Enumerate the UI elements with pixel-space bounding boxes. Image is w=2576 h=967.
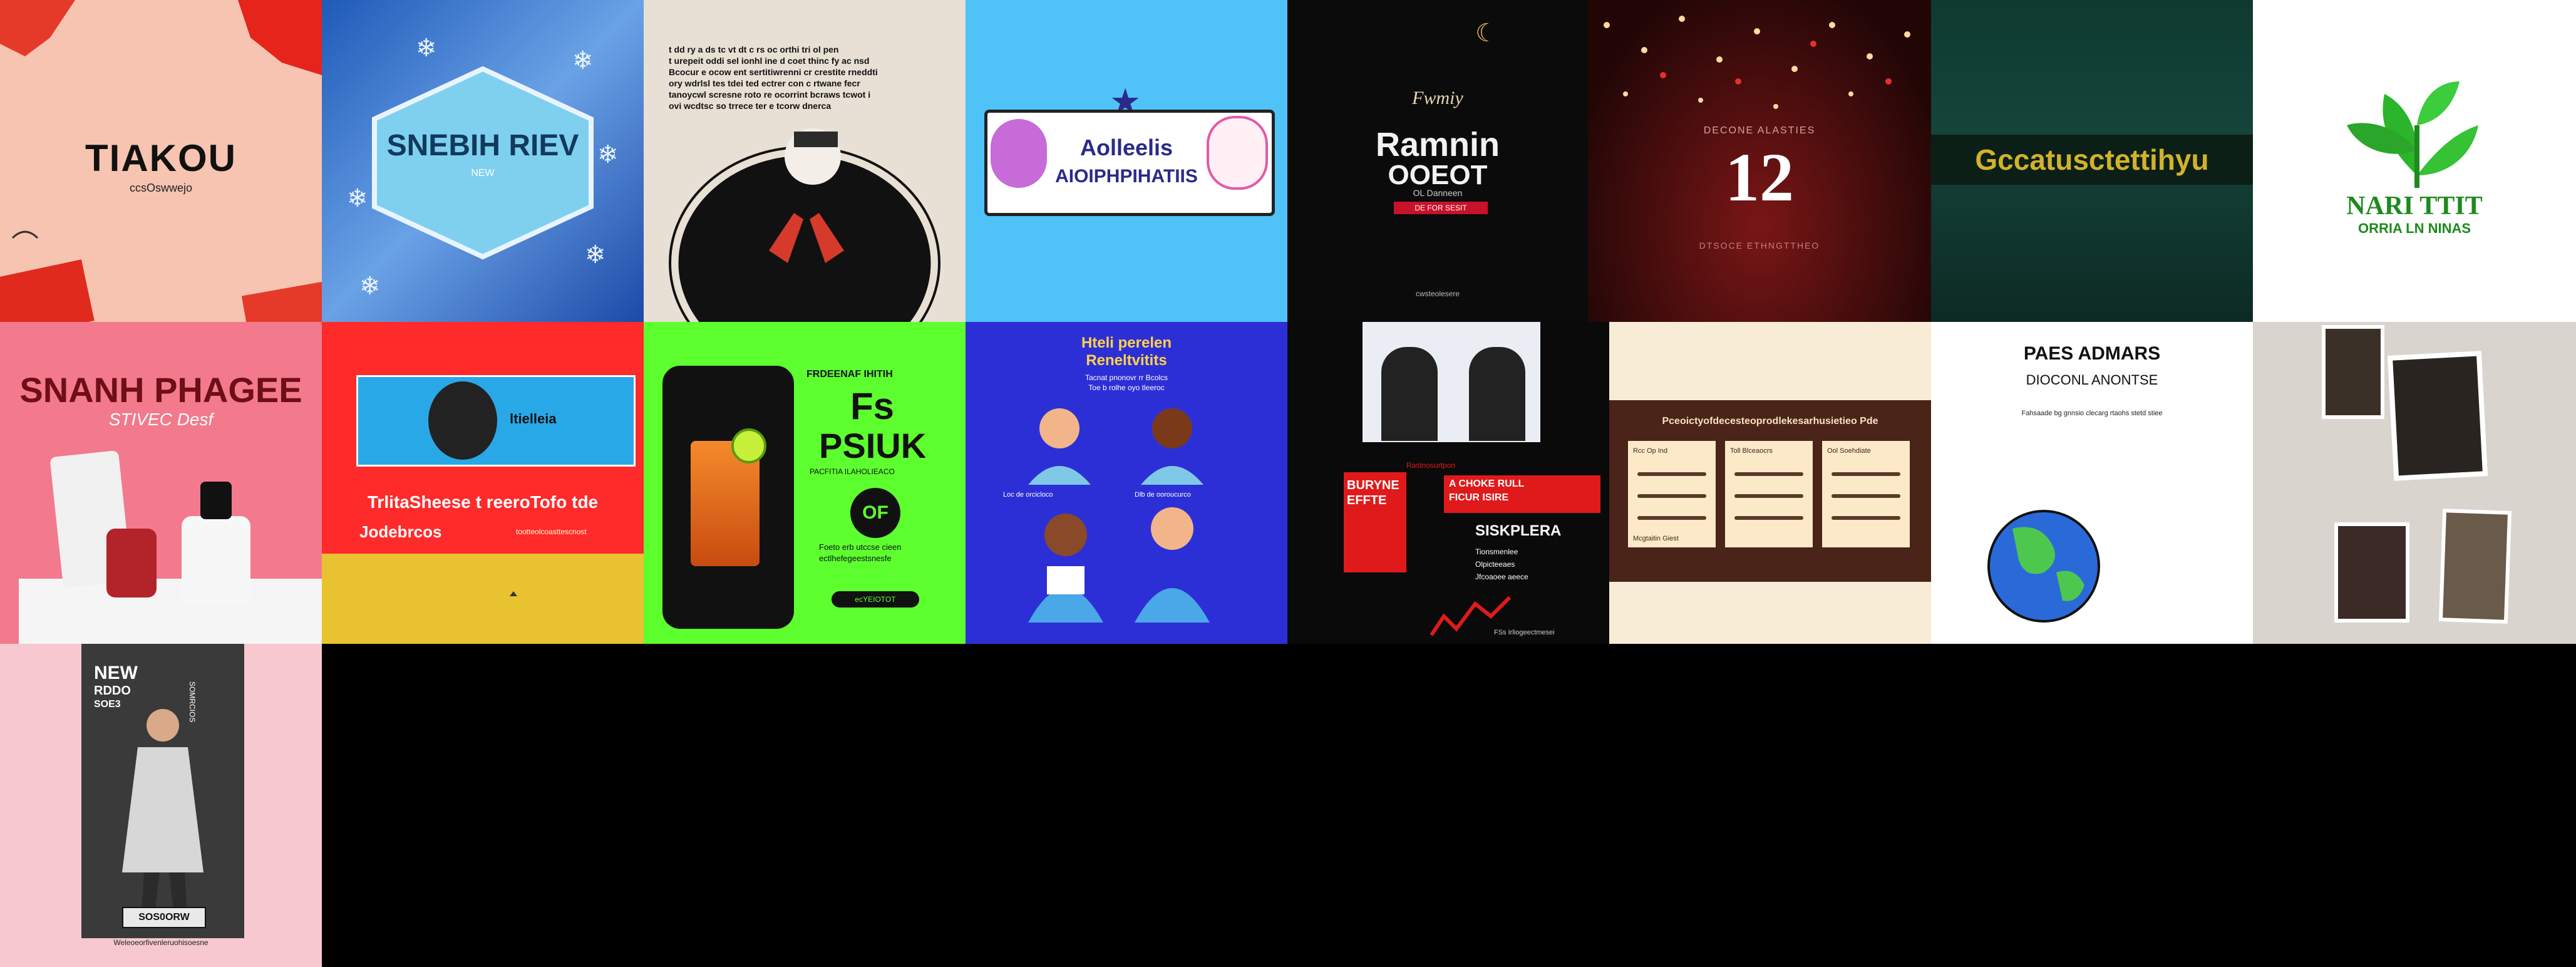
note-line [1832,472,1900,476]
promo-small: PACFITIA ILAHOLIEACO [810,467,895,476]
promo-big1: Fs [850,385,895,427]
svg-text:❄: ❄ [585,240,606,269]
svg-text:❄: ❄ [416,34,437,63]
board-title: Pceoictyofdecesteoprodlekesarhusietieo P… [1662,416,1878,427]
title-line-2: RDDO [94,684,131,698]
tile-ramadan[interactable]: ☾ Fwmiy Ramnin OOEOT OL Danneen DE FOR S… [1287,0,1588,322]
side-text: SOMRCIOS [188,681,197,723]
tile-fashion[interactable]: NEW RDDO SOE3 SOMRCIOS SOS0ORW Weleoeorf… [0,644,322,967]
moon-icon: ☾ [1475,19,1498,48]
face-photo [428,381,497,460]
promo-big2: PSIUK [819,426,927,465]
small-text: OL Danneen [1413,188,1463,198]
lime-icon [731,428,766,463]
promo-top: FRDEENAF IHITIH [806,369,893,380]
people-illustration [1028,408,1210,623]
tile-notes-board[interactable]: Pceoictyofdecesteoprodlekesarhusietieo P… [1609,322,1931,644]
tile-title: Ramnin [1375,126,1500,163]
tile-title-2: OOEOT [1388,160,1488,190]
tile-skincare[interactable]: SNANH PHAGEE STIVEC Desf [0,322,322,644]
note-row-2: Toll Blceaocrs [1730,447,1773,455]
tile-photo-collage[interactable] [2253,322,2576,644]
tile-title: SNANH PHAGEE [19,370,302,410]
photo-tag: ltielleia [510,411,557,427]
caption-1: Loc de orcicloco [1003,491,1053,499]
script-title: Fwmiy [1412,88,1463,108]
title-line-1: NEW [94,663,138,683]
caret-icon [510,591,517,596]
subheadline: Jodebrcos [359,522,442,541]
svg-text:❄: ❄ [347,184,368,213]
footer-text: FSs Irliogeectmesei [1494,629,1555,636]
person-figure [669,128,940,322]
banner-line2: AIOIPHPIHATIIS [1055,166,1198,187]
shop-now-button[interactable]: SOS0ORW [122,907,206,928]
caption-2: Dlb de ooroucurco [1135,491,1191,499]
tile-dark-banner[interactable]: Gccatusctettihyu [1931,0,2253,322]
tile-unicorn-banner[interactable]: ★ Aolleelis AIOIPHPIHATIIS [966,0,1287,322]
brand-name: NARI TTIT [2346,192,2483,220]
banner-line1: Aolleelis [1079,135,1173,160]
top-caption: DECONE ALASTIES [1703,125,1816,136]
photo-2 [2387,351,2488,481]
small-text: tootteolcoasttescnost [516,527,587,536]
photo-1 [2322,325,2384,419]
dropper-bottle [182,516,250,604]
order-button[interactable]: ecYEIOTOT [832,591,919,608]
serum-bottle [106,529,157,597]
note-row-1: Rcc Op Ind [1633,447,1668,455]
note-line [1637,494,1706,498]
note-line [1734,516,1803,520]
tile-drink-promo[interactable]: FRDEENAF IHITIH Fs PSIUK PACFITIA ILAHOL… [644,322,966,644]
shelf [19,579,322,644]
tile-news-flyer[interactable]: BURYNE EFFTE A CHOKE RULL FICUR ISIRE SI… [1287,322,1609,644]
countdown-number: 12 [1725,139,1794,215]
off-badge: OF [850,488,900,538]
tile-red-promo[interactable]: ltielleia TrlitaSheese t reeroTofo tde J… [322,322,644,644]
note-line [1637,472,1706,476]
new-badge: NEW [471,168,495,178]
tile-subtitle: STIVEC Desf [108,410,214,429]
svg-text:❄: ❄ [572,46,594,75]
bottom-caption: DTSOCE ETHNGTTHEO [1699,240,1820,251]
tile-text-figure[interactable]: t dd ry a ds tc vt dt c rs oc orthi tri … [644,0,966,322]
tile-title: SNEBIH RIEV [386,129,579,162]
red-graph-icon [1430,596,1512,636]
tile-leaf-logo[interactable]: NARI TTIT ORRIA LN NINAS [2253,0,2576,322]
promo-text: Foeto erb utccse cieen [819,542,902,552]
promo-text-2: ectlhefegeestsnesfe [819,554,892,563]
note-line [1832,494,1900,498]
note-line [1734,494,1803,498]
banner-text: Gccatusctettihyu [1975,143,2209,176]
note-row-4: Mcgtaitin Giest [1633,535,1679,542]
photo-4 [2438,509,2512,624]
tile-globe[interactable]: PAES ADMARS DIOCONL ANONTSE Fahsaade bg … [1931,322,2253,644]
photo-3 [2334,522,2409,623]
footer-text: Weleoeorfivenleruohisoesne [113,938,209,947]
dropper-cap [200,482,232,519]
date-badge: DE FOR SESIT [1394,202,1488,214]
tile-countdown[interactable]: DECONE ALASTIES 12 DTSOCE ETHNGTTHEO [1588,0,1931,322]
note-line [1734,472,1803,476]
brand-sub: ORRIA LN NINAS [2357,220,2471,236]
globe-icon [1987,510,2100,623]
tile-title: TIAKOU [85,137,237,179]
leaf-logo-icon [2347,81,2478,188]
yellow-footer [322,554,644,644]
footer-text: cwsteolesere [1415,289,1460,298]
note-line [1832,516,1900,520]
headline: TrlitaSheese t reeroTofo tde [367,492,599,512]
note-line [1637,516,1706,520]
tile-subtitle: ccsOswwejo [129,182,193,194]
svg-text:❄: ❄ [359,272,381,301]
tile-winter-badge[interactable]: ❄ ❄ ❄ ❄ ❄ ❄ SNEBIH RIEV NEW [322,0,644,322]
tile-taikou[interactable]: TIAKOU ccsOswwejo [0,0,322,322]
note-row-3: Ool Soehdiate [1827,447,1871,455]
title-line-3: SOE3 [94,699,121,710]
tile-blue-illustration[interactable]: Hteli perelen Reneltvitits Tacnat pnonov… [966,322,1287,644]
